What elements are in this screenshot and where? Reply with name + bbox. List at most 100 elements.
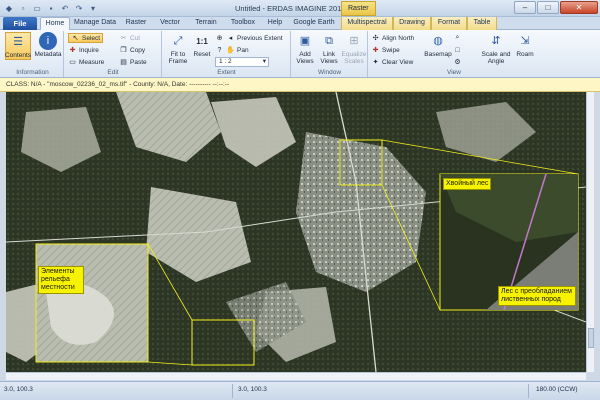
contents-button[interactable]: ☰ Contents bbox=[5, 32, 31, 60]
group-extent: ⤢ Fit to Frame 1:1 Reset ⊕ ◂ Previous Ext… bbox=[163, 31, 291, 77]
swipe-icon: ✚ bbox=[372, 47, 379, 54]
cut-button[interactable]: ✂ Cut bbox=[119, 33, 141, 43]
status-coordinates-middle: 3.0, 100.3 bbox=[238, 386, 267, 393]
tab-manage-data[interactable]: Manage Data bbox=[72, 17, 118, 30]
label-conifer-forest: Хвойный лес bbox=[443, 178, 492, 190]
customize-icon[interactable]: ▾ bbox=[87, 2, 99, 14]
settings-icon: ⚙ bbox=[454, 59, 461, 66]
group-label-view: View bbox=[447, 69, 461, 76]
quick-access-toolbar: ◆ ▫ ▭ ▪ ↶ ↷ ▾ bbox=[3, 2, 99, 14]
maximize-button[interactable]: □ bbox=[537, 1, 559, 14]
zoom-query-icon: ? bbox=[217, 46, 222, 54]
tab-terrain[interactable]: Terrain bbox=[189, 17, 223, 30]
tab-google-earth[interactable]: Google Earth bbox=[290, 17, 338, 30]
add-views-icon: ▣ bbox=[299, 34, 311, 47]
tab-home[interactable]: Home bbox=[40, 17, 70, 30]
inquire-button[interactable]: ✚ Inquire bbox=[68, 45, 99, 55]
select-arrow-icon: ↖ bbox=[72, 35, 79, 42]
tab-vector[interactable]: Vector bbox=[155, 17, 185, 30]
close-button[interactable]: ✕ bbox=[560, 1, 598, 14]
group-edit: ↖ Select ✚ Inquire ▭ Measure ✂ Cut ❐ Copy ▤ Pa… bbox=[65, 31, 162, 77]
zoom-in-icon: ⊕ bbox=[216, 35, 223, 42]
basemap-button[interactable]: ◍ Basemap bbox=[424, 32, 451, 58]
undo-icon[interactable]: ↶ bbox=[59, 2, 71, 14]
tab-raster[interactable]: Raster bbox=[121, 17, 151, 30]
status-coordinates-left: 3.0, 100.3 bbox=[4, 386, 33, 393]
status-separator bbox=[232, 384, 233, 398]
equalize-scales-icon: ⊞ bbox=[349, 34, 359, 47]
clipboard-icon: ▤ bbox=[120, 59, 127, 66]
new-icon[interactable]: ▫ bbox=[17, 2, 29, 14]
link-views-button[interactable]: ⧉ Link Views bbox=[318, 32, 340, 65]
reset-button[interactable]: 1:1 Reset bbox=[191, 32, 213, 58]
square-icon: □ bbox=[455, 46, 460, 54]
ruler-icon: ▭ bbox=[69, 59, 76, 66]
context-tab-group: Raster bbox=[341, 1, 376, 16]
select-button[interactable]: ↖ Select bbox=[68, 33, 104, 43]
equalize-scales-button[interactable]: ⊞ Equalize Scales bbox=[341, 32, 367, 65]
fit-frame-icon: ⤢ bbox=[173, 34, 183, 47]
clear-view-button[interactable]: ✦ Clear View bbox=[371, 57, 414, 67]
copy-icon: ❐ bbox=[120, 47, 127, 54]
ribbon-tabs: File Home Manage Data Raster Vector Terr… bbox=[0, 17, 600, 30]
tool-square-button[interactable]: □ bbox=[453, 45, 462, 55]
window-controls: – □ ✕ bbox=[514, 1, 598, 14]
app-icon[interactable]: ◆ bbox=[3, 2, 15, 14]
measure-button[interactable]: ▭ Measure bbox=[68, 57, 104, 67]
tool-settings-button[interactable]: ⚙ bbox=[453, 57, 462, 67]
tab-help[interactable]: Help bbox=[264, 17, 286, 30]
minimize-button[interactable]: – bbox=[514, 1, 536, 14]
title-bar: ◆ ▫ ▭ ▪ ↶ ↷ ▾ Untitled - ERDAS IMAGINE 2… bbox=[0, 0, 600, 17]
tab-format[interactable]: Format bbox=[431, 17, 467, 30]
status-separator bbox=[528, 384, 529, 398]
zoom-tools[interactable]: ⊕ ◂ Previous Extent bbox=[215, 33, 283, 43]
magnifier-button[interactable]: ⌕ bbox=[453, 33, 462, 43]
clear-view-icon: ✦ bbox=[372, 59, 379, 66]
vertical-scroll-thumb[interactable] bbox=[588, 328, 594, 348]
scale-angle-icon: ⇵ bbox=[491, 34, 501, 47]
file-button[interactable]: File bbox=[3, 17, 37, 30]
roam-button[interactable]: ⇲ Roam bbox=[514, 32, 536, 58]
group-label-extent: Extent bbox=[217, 69, 236, 76]
previous-extent-icon: ◂ bbox=[228, 35, 233, 42]
tab-table[interactable]: Table bbox=[467, 17, 497, 30]
hand-icon: ✋ bbox=[226, 47, 235, 54]
link-views-icon: ⧉ bbox=[325, 34, 333, 47]
image-viewer[interactable]: Элементы рельефа местности Хвойный лес Л… bbox=[6, 92, 586, 372]
pan-button[interactable]: ? ✋ Pan bbox=[215, 45, 249, 55]
open-icon[interactable]: ▭ bbox=[31, 2, 43, 14]
copy-button[interactable]: ❐ Copy bbox=[119, 45, 145, 55]
info-icon: i bbox=[39, 32, 57, 50]
tab-multispectral[interactable]: Multispectral bbox=[341, 17, 393, 30]
save-icon[interactable]: ▪ bbox=[45, 2, 57, 14]
paste-button[interactable]: ▤ Paste bbox=[119, 57, 146, 67]
label-deciduous-forest: Лес с преобладанием лиственных пород bbox=[498, 286, 576, 306]
ribbon: ☰ Contents i Metadata Information ↖ Selec… bbox=[0, 30, 600, 78]
metadata-button[interactable]: i Metadata bbox=[34, 32, 62, 58]
reset-ratio-icon: 1:1 bbox=[196, 36, 208, 46]
scissors-icon: ✂ bbox=[120, 35, 127, 42]
tab-drawing[interactable]: Drawing bbox=[393, 17, 431, 30]
scale-combobox[interactable]: 1 : 2 bbox=[215, 57, 269, 67]
magnifier-icon: ⌕ bbox=[455, 34, 460, 41]
add-views-button[interactable]: ▣ Add Views bbox=[294, 32, 316, 65]
image-info-bar: CLASS: N/A - "moscow_02236_02_ms.tif" - … bbox=[0, 78, 600, 92]
horizontal-scrollbar[interactable] bbox=[6, 372, 586, 380]
north-arrow-icon: ✣ bbox=[372, 35, 379, 42]
fit-to-frame-button[interactable]: ⤢ Fit to Frame bbox=[165, 32, 191, 65]
group-label-window: Window bbox=[317, 69, 342, 76]
globe-icon: ◍ bbox=[433, 34, 443, 47]
redo-icon[interactable]: ↷ bbox=[73, 2, 85, 14]
tab-toolbox[interactable]: Toolbox bbox=[226, 17, 260, 30]
roam-icon: ⇲ bbox=[520, 34, 530, 47]
swipe-button[interactable]: ✚ Swipe bbox=[371, 45, 400, 55]
status-rotation: 180.00 (CCW) bbox=[536, 386, 578, 393]
group-label-edit: Edit bbox=[107, 69, 119, 76]
label-relief: Элементы рельефа местности bbox=[38, 266, 84, 294]
status-bar: 3.0, 100.3 3.0, 100.3 180.00 (CCW) bbox=[0, 381, 600, 400]
align-north-button[interactable]: ✣ Align North bbox=[371, 33, 415, 43]
window-title: Untitled - ERDAS IMAGINE 2011 bbox=[235, 4, 345, 13]
scale-and-angle-button[interactable]: ⇵ Scale and Angle bbox=[481, 32, 511, 65]
group-information: ☰ Contents i Metadata Information bbox=[2, 31, 64, 77]
vertical-scrollbar[interactable] bbox=[586, 92, 594, 372]
